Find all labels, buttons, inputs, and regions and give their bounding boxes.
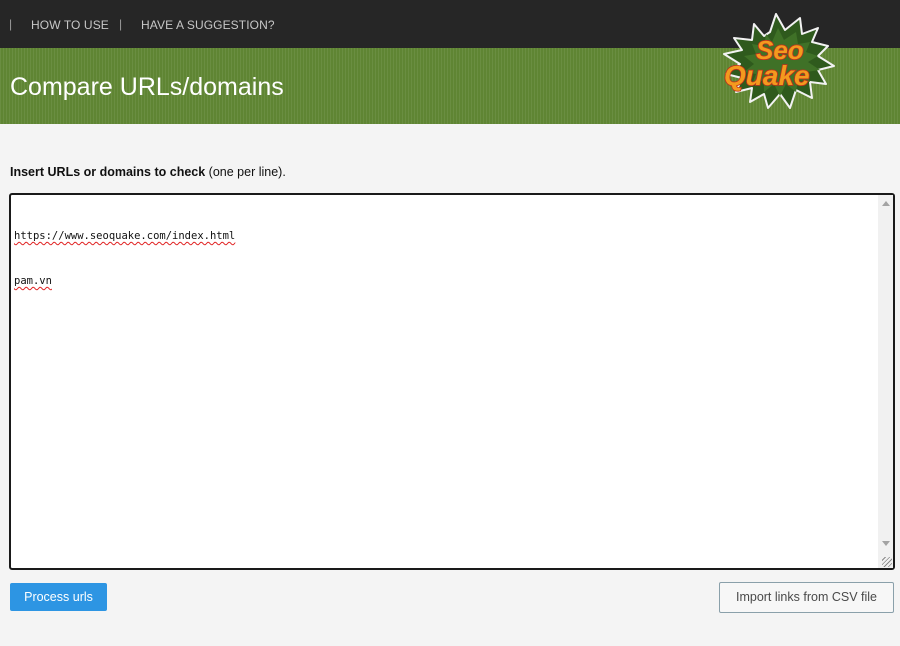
process-urls-button[interactable]: Process urls bbox=[10, 583, 107, 611]
nav-separator: | bbox=[9, 17, 13, 31]
import-csv-button[interactable]: Import links from CSV file bbox=[719, 582, 894, 613]
instruction-normal: (one per line). bbox=[208, 165, 286, 179]
textarea-scrollbar[interactable] bbox=[878, 195, 893, 568]
instruction-text: Insert URLs or domains to check (one per… bbox=[10, 164, 286, 180]
nav-link-how-to-use[interactable]: HOW TO USE bbox=[31, 18, 109, 32]
page-title: Compare URLs/domains bbox=[10, 73, 284, 101]
nav-separator: | bbox=[119, 17, 123, 31]
url-line-1: https://www.seoquake.com/index.html bbox=[14, 229, 235, 244]
url-line-1-text: https://www.seoquake.com/index.html bbox=[14, 230, 236, 242]
instruction-bold: Insert URLs or domains to check bbox=[10, 165, 206, 179]
urls-textarea[interactable]: https://www.seoquake.com/index.html pam.… bbox=[9, 193, 895, 570]
url-line-2-text: pam.vn bbox=[14, 275, 52, 287]
urls-textarea-content[interactable]: https://www.seoquake.com/index.html pam.… bbox=[14, 199, 235, 319]
resize-handle-icon[interactable] bbox=[882, 557, 892, 567]
seoquake-logo[interactable]: Seo Quake bbox=[716, 12, 848, 112]
scroll-down-arrow-icon[interactable] bbox=[882, 541, 890, 546]
nav-link-have-a-suggestion[interactable]: HAVE A SUGGESTION? bbox=[141, 18, 275, 32]
logo-text-quake: Quake bbox=[724, 60, 810, 91]
url-line-2: pam.vn bbox=[14, 274, 235, 289]
scroll-up-arrow-icon[interactable] bbox=[882, 201, 890, 206]
